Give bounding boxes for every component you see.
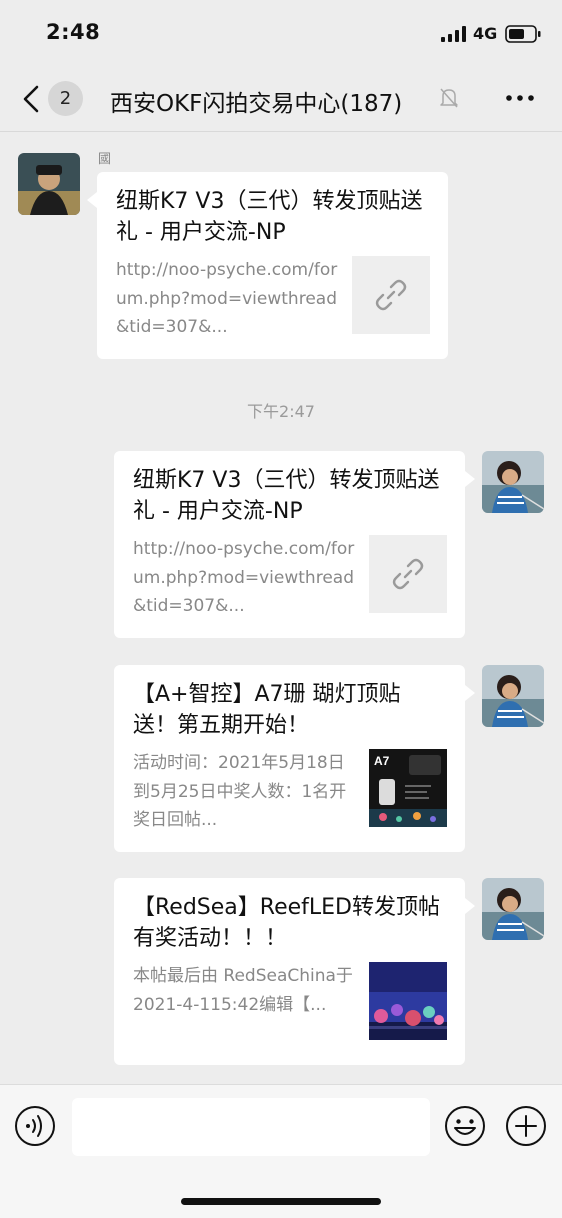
link-icon: [375, 279, 407, 311]
thumb-label: A7: [374, 754, 390, 768]
sender-name: 國: [98, 152, 112, 167]
link-card-thumbnail: [352, 256, 430, 334]
link-card-thumbnail: [369, 535, 447, 613]
link-card-message[interactable]: 【RedSea】ReefLED转发顶帖有奖活动！！！ 本帖最后由 RedSeaC…: [114, 878, 475, 1065]
link-card-title: 【RedSea】ReefLED转发顶帖有奖活动！！！: [133, 895, 440, 951]
status-time: 2:48: [46, 20, 101, 44]
home-indicator: [181, 1198, 381, 1205]
link-card-title: 纽斯K7 V3（三代）转发顶贴送礼 - 用户交流-NP: [116, 189, 423, 245]
bell-slash-icon: [440, 88, 458, 108]
battery-icon: [505, 25, 541, 43]
emoji-icon[interactable]: [444, 1105, 486, 1147]
chat-title: 西安OKF闪拍交易中心(187): [110, 91, 403, 117]
my-avatar[interactable]: [482, 665, 544, 727]
link-card-description: 本帖最后由 RedSeaChina于2021-4-115:42编辑【...: [133, 966, 353, 1015]
voice-icon[interactable]: [14, 1105, 56, 1147]
message-timestamp: 下午2:47: [247, 402, 315, 421]
link-card-message[interactable]: 纽斯K7 V3（三代）转发顶贴送礼 - 用户交流-NP http://noo-p…: [114, 451, 475, 638]
message-input[interactable]: [72, 1098, 430, 1156]
a7-product-image: A7: [369, 749, 447, 827]
my-avatar[interactable]: [482, 451, 544, 513]
status-bar: 2:48 4G: [0, 0, 562, 64]
chevron-left-icon[interactable]: [20, 84, 42, 114]
network-label: 4G: [473, 24, 498, 43]
link-icon: [392, 558, 424, 590]
link-card-description: http://noo-psyche.com/forum.php?mod=view…: [116, 260, 338, 337]
aquarium-image: [369, 962, 447, 1040]
link-card-title: 纽斯K7 V3（三代）转发顶贴送礼 - 用户交流-NP: [133, 468, 440, 524]
unread-count-badge[interactable]: 2: [48, 81, 83, 116]
link-card-message[interactable]: 纽斯K7 V3（三代）转发顶贴送礼 - 用户交流-NP http://noo-p…: [87, 172, 448, 359]
link-card-description: http://noo-psyche.com/forum.php?mod=view…: [133, 539, 355, 616]
plus-icon[interactable]: [505, 1105, 547, 1147]
link-card-message[interactable]: 【A+智控】A7珊 瑚灯顶贴送！第五期开始！ 活动时间：2021年5月18日到5…: [114, 665, 475, 852]
link-card-description: 活动时间：2021年5月18日到5月25日中奖人数：1名开奖日回帖...: [133, 753, 347, 830]
sender-avatar[interactable]: [18, 153, 80, 215]
nav-bar: 2 西安OKF闪拍交易中心(187): [0, 64, 562, 132]
ellipsis-icon[interactable]: [504, 88, 536, 108]
my-avatar[interactable]: [482, 878, 544, 940]
signal-icon: [441, 26, 466, 42]
link-card-title: 【A+智控】A7珊 瑚灯顶贴送！第五期开始！: [133, 682, 401, 738]
